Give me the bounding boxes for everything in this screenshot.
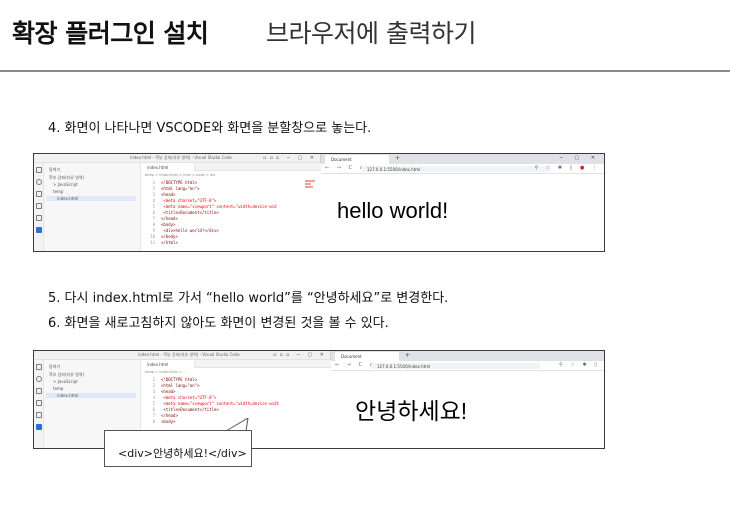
slide-header: 확장 플러그인 설치 브라우저에 출력하기 — [0, 0, 730, 72]
editor-breadcrumb: temp > index.html > ... — [145, 370, 187, 374]
explorer-item: temp — [53, 189, 64, 194]
explorer-item: > JavaScript — [53, 182, 78, 187]
vscode-activity-bar — [34, 163, 44, 251]
extensions-icon — [36, 215, 42, 221]
vscode-activity-bar — [34, 360, 44, 448]
nav-arrows-icon: ← → C ⌂ — [325, 165, 366, 171]
extension-icons: ⚲ ☆ ✱ ▯ ● ⋮ — [534, 165, 600, 171]
step-6-text: 6. 화면을 새로고침하지 않아도 화면이 변경된 것을 볼 수 있다. — [48, 316, 389, 331]
new-tab-icon: + — [395, 155, 401, 162]
explorer-item: temp — [53, 386, 64, 391]
vscode-titlebar: index.html - 학부 강좌(자유 영역) - Visual Studi… — [34, 154, 320, 163]
explorer-header: 탐색기 — [49, 364, 61, 369]
extension-icons: ⚲ ☆ ✱ ▯ — [559, 362, 600, 368]
code-area: 1 <!DOCTYPE html> 2 <html lang="en"> 3 <hea… — [141, 180, 321, 246]
browser-window: Document + ← → C ⌂ 127.0.0.1:5500/index.… — [331, 351, 604, 448]
source-control-icon — [36, 191, 42, 197]
browser-page-content: 안녕하세요! — [355, 398, 468, 424]
browser-tab: Document — [325, 155, 389, 164]
vscode-window-title: index.html - 학부 강좌(자유 영역) - Visual Studi… — [138, 352, 240, 357]
explorer-header: 탐색기 — [49, 167, 61, 172]
explorer-item: > JavaScript — [53, 379, 78, 384]
editor-tab: index.html — [141, 163, 195, 171]
browser-tab: Document — [335, 352, 399, 361]
live-server-icon — [36, 227, 42, 233]
explorer-item: 학부 강좌(자유 영역) — [49, 175, 85, 180]
window-controls-icon: ▫▫▫ ─ ▢ ✕ — [263, 155, 317, 161]
search-icon — [36, 376, 42, 382]
live-server-icon — [36, 424, 42, 430]
browser-tabstrip: Document + — [331, 351, 604, 361]
page-title: 확장 플러그인 설치 — [12, 19, 209, 48]
code-line: 11 </html> — [150, 240, 178, 245]
explorer-icon — [36, 364, 42, 370]
explorer-item: 학부 강좌(자유 영역) — [49, 372, 85, 377]
code-callout: <div>안녕하세요!</div> — [104, 430, 252, 467]
editor-tab: index.html — [141, 360, 195, 368]
address-bar: 127.0.0.1:5500/index.html — [371, 363, 541, 369]
browser-tabstrip: Document + ─ ▢ ✕ — [321, 154, 604, 164]
browser-tab-label: Document — [341, 354, 362, 359]
split-screenshot-hello-world: index.html - 학부 강좌(자유 영역) - Visual Studi… — [33, 153, 605, 252]
vscode-titlebar: index.html - 학부 강좌(자유 영역) - Visual Studi… — [34, 351, 330, 360]
search-icon — [36, 179, 42, 185]
run-debug-icon — [36, 400, 42, 406]
step-5-text: 5. 다시 index.html로 가서 “hello world”를 “안녕하… — [48, 291, 449, 306]
window-controls-icon: ─ ▢ ✕ — [559, 155, 600, 161]
nav-arrows-icon: ← → C ⌂ — [335, 362, 376, 368]
explorer-item-selected: index.html — [46, 393, 136, 398]
explorer-item-selected: index.html — [46, 196, 136, 201]
editor-breadcrumb: temp > index.html > html > body > div — [145, 173, 216, 177]
address-bar: 127.0.0.1:5500/index.html — [361, 166, 551, 172]
vscode-editor: index.html temp > index.html > html > bo… — [141, 163, 321, 251]
browser-toolbar: ← → C ⌂ 127.0.0.1:5500/index.html ⚲ ☆ ✱ … — [321, 164, 604, 174]
run-debug-icon — [36, 203, 42, 209]
browser-page-content: hello world! — [337, 198, 449, 223]
new-tab-icon: + — [405, 352, 411, 359]
header-divider — [0, 70, 730, 72]
window-controls-icon: ▫▫▫ ─ ▢ ✕ — [273, 352, 327, 358]
page-subtitle: 브라우저에 출력하기 — [266, 19, 476, 48]
vscode-explorer: 탐색기 학부 강좌(자유 영역) > JavaScript temp index… — [44, 163, 141, 251]
extensions-icon — [36, 412, 42, 418]
explorer-icon — [36, 167, 42, 173]
browser-toolbar: ← → C ⌂ 127.0.0.1:5500/index.html ⚲ ☆ ✱ … — [331, 361, 604, 371]
browser-window: Document + ─ ▢ ✕ ← → C ⌂ 127.0.0.1:5500/… — [321, 154, 604, 251]
vscode-window-title: index.html - 학부 강좌(자유 영역) - Visual Studi… — [130, 155, 232, 160]
vscode-window: index.html - 학부 강좌(자유 영역) - Visual Studi… — [34, 154, 321, 251]
editor-minimap — [305, 180, 315, 194]
step-4-text: 4. 화면이 나타나면 VSCODE와 화면을 분할창으로 놓는다. — [48, 121, 372, 136]
browser-tab-label: Document — [331, 157, 352, 162]
source-control-icon — [36, 388, 42, 394]
